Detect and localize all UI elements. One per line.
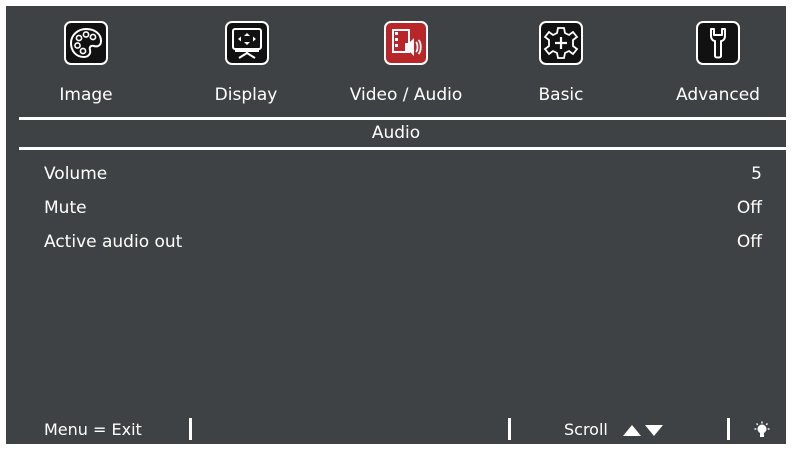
tab-display[interactable]: Display (201, 6, 291, 116)
tab-label: Basic (538, 85, 584, 105)
menu-row-volume[interactable]: Volume 5 (6, 160, 786, 190)
row-value: Off (736, 198, 762, 218)
gear-icon (539, 21, 583, 65)
section-title: Audio (371, 123, 421, 143)
tab-label: Advanced (676, 85, 760, 105)
footer-separator (727, 418, 730, 440)
tab-label: Video / Audio (349, 85, 463, 105)
tab-label: Image (59, 85, 113, 105)
up-down-arrows-icon (622, 422, 666, 438)
footer-separator (189, 418, 192, 440)
row-label: Volume (44, 164, 108, 184)
palette-icon (64, 21, 108, 65)
section-divider-bottom (19, 147, 786, 150)
film-speaker-icon (384, 21, 428, 65)
row-value: Off (736, 232, 762, 252)
tab-basic[interactable]: Basic (521, 6, 601, 116)
tab-video-audio[interactable]: Video / Audio (336, 6, 476, 116)
footer-separator (508, 418, 511, 440)
tab-label: Display (214, 85, 278, 105)
projector-screen-icon (225, 21, 269, 65)
wrench-icon (696, 21, 740, 65)
section-divider-top (19, 117, 786, 120)
tab-advanced[interactable]: Advanced (666, 6, 770, 116)
osd-menu: Image Display Video / Audio Basic Advanc… (6, 6, 786, 444)
menu-row-mute[interactable]: Mute Off (6, 194, 786, 224)
scroll-hint: Scroll (564, 420, 608, 439)
lightbulb-icon (754, 421, 770, 441)
menu-exit-hint: Menu = Exit (44, 420, 142, 439)
row-label: Active audio out (44, 232, 183, 252)
row-label: Mute (44, 198, 87, 218)
footer-hints: Menu = Exit Scroll (6, 416, 786, 444)
menu-row-active-audio-out[interactable]: Active audio out Off (6, 228, 786, 258)
row-value: 5 (751, 164, 762, 184)
tab-image[interactable]: Image (46, 6, 126, 116)
menu-tabs: Image Display Video / Audio Basic Advanc… (6, 6, 786, 118)
